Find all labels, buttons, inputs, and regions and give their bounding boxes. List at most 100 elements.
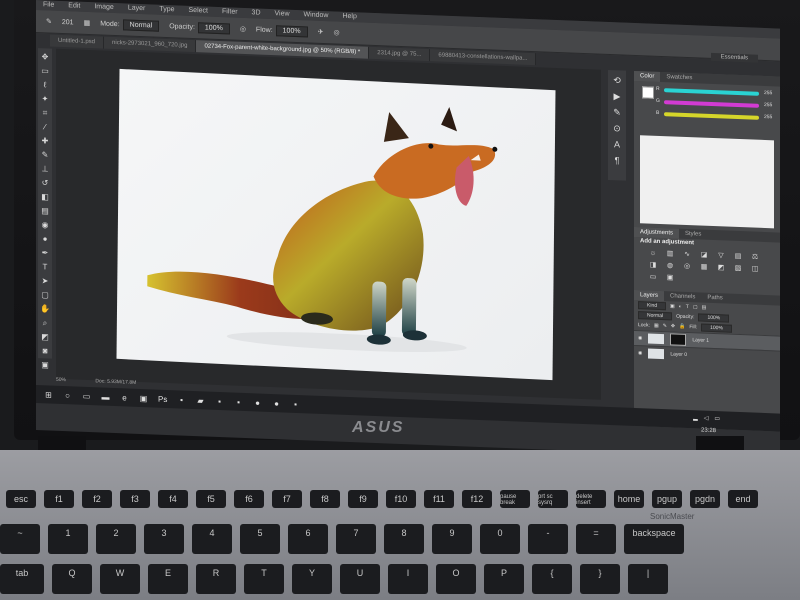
tab-layers[interactable]: Layers	[634, 289, 665, 302]
app-icon[interactable]: ▪	[215, 396, 224, 405]
key[interactable]: f5	[196, 490, 226, 508]
key[interactable]: delete insert	[576, 490, 606, 508]
document-canvas[interactable]	[116, 68, 556, 381]
black-white-icon[interactable]: ◨	[648, 261, 658, 270]
pressure-opacity-icon[interactable]: ◎	[240, 25, 246, 33]
layer-name[interactable]: Layer 1	[692, 337, 709, 344]
key[interactable]: W	[100, 564, 140, 594]
dodge-tool-icon[interactable]: ●	[40, 234, 50, 244]
filter-shape-icon[interactable]: ▢	[693, 304, 698, 310]
blur-tool-icon[interactable]: ◉	[40, 220, 50, 230]
posterize-icon[interactable]: ▧	[733, 264, 743, 273]
key[interactable]: R	[196, 564, 236, 594]
key[interactable]: 4	[192, 524, 232, 554]
tab-untitled[interactable]: Untitled-1.psd	[50, 34, 105, 49]
app-icon[interactable]: ▪	[291, 399, 300, 408]
key[interactable]: f12	[462, 490, 492, 508]
key[interactable]: pause break	[500, 490, 530, 508]
task-view-icon[interactable]: ▭	[82, 391, 91, 400]
key[interactable]: end	[728, 490, 758, 508]
history-icon[interactable]: ⟲	[611, 74, 623, 86]
filter-adjust-icon[interactable]: ◐	[679, 304, 682, 310]
gradient-icon[interactable]: ▤	[40, 206, 50, 216]
key[interactable]: E	[148, 564, 188, 594]
search-icon[interactable]: ○	[63, 391, 72, 400]
character-icon[interactable]: A	[611, 138, 623, 150]
key[interactable]: 2	[96, 524, 136, 554]
opacity-input[interactable]: 100%	[197, 21, 230, 34]
taskbar-clock[interactable]: 23:28	[701, 428, 716, 435]
move-tool-icon[interactable]: ✥	[40, 52, 50, 62]
key[interactable]: 0	[480, 524, 520, 554]
color-swatches-icon[interactable]: ◩	[40, 332, 50, 342]
key[interactable]: U	[340, 564, 380, 594]
paragraph-icon[interactable]: ¶	[611, 154, 623, 166]
key[interactable]: f10	[386, 490, 416, 508]
lasso-tool-icon[interactable]: ℓ	[40, 80, 50, 90]
tab-channels[interactable]: Channels	[664, 291, 701, 302]
key[interactable]: home	[614, 490, 644, 508]
quick-select-icon[interactable]: ✦	[40, 94, 50, 104]
eraser-icon[interactable]: ◧	[40, 192, 50, 202]
photo-filter-icon[interactable]: ◍	[665, 261, 675, 270]
brush-presets-icon[interactable]: ✎	[611, 106, 623, 118]
network-icon[interactable]: ▂	[693, 414, 698, 421]
photoshop-taskbar-icon[interactable]: Ps	[158, 394, 167, 403]
mode-select[interactable]: Normal	[122, 18, 160, 32]
folder-icon[interactable]: ▰	[196, 396, 205, 405]
key[interactable]: f9	[348, 490, 378, 508]
gradient-map-icon[interactable]: ▭	[648, 273, 658, 282]
lock-position-icon[interactable]: ✥	[671, 323, 675, 329]
brightness-icon[interactable]: ☼	[648, 249, 658, 258]
flow-input[interactable]: 100%	[275, 24, 308, 37]
blend-mode-select[interactable]: Normal	[638, 311, 673, 321]
key[interactable]: 8	[384, 524, 424, 554]
airbrush-icon[interactable]: ✈	[318, 28, 324, 36]
hand-tool-icon[interactable]: ✋	[40, 304, 50, 314]
clone-source-icon[interactable]: ⊙	[611, 122, 623, 134]
healing-brush-icon[interactable]: ✚	[40, 136, 50, 146]
channel-r-value[interactable]: 255	[764, 90, 772, 96]
layer-name[interactable]: Layer 0	[670, 351, 687, 358]
channel-b-slider[interactable]	[664, 112, 759, 120]
eyedropper-icon[interactable]: ⁄	[40, 122, 50, 132]
vibrance-icon[interactable]: ▽	[716, 251, 726, 260]
marquee-tool-icon[interactable]: ▭	[40, 66, 50, 76]
key[interactable]: f1	[44, 490, 74, 508]
levels-icon[interactable]: ▥	[665, 249, 675, 258]
tab-2314[interactable]: 2314.jpg @ 75...	[369, 46, 431, 62]
channel-b-value[interactable]: 255	[764, 114, 772, 120]
actions-icon[interactable]: ▶	[611, 90, 623, 102]
app-icon[interactable]: ▪	[177, 395, 186, 404]
path-select-icon[interactable]: ➤	[40, 276, 50, 286]
key[interactable]: f7	[272, 490, 302, 508]
filter-pixel-icon[interactable]: ▣	[670, 303, 675, 309]
key[interactable]: f6	[234, 490, 264, 508]
curves-icon[interactable]: ∿	[682, 250, 692, 259]
key[interactable]: f11	[424, 490, 454, 508]
lock-all-icon[interactable]: 🔒	[679, 324, 685, 330]
key[interactable]: =	[576, 524, 616, 554]
key[interactable]: f2	[82, 490, 112, 508]
channel-mixer-icon[interactable]: ◎	[682, 262, 692, 271]
key[interactable]: Q	[52, 564, 92, 594]
tab-nicks[interactable]: nicks-2973021_960_720.jpg	[104, 36, 197, 53]
selective-color-icon[interactable]: ▣	[665, 273, 675, 282]
key[interactable]: 1	[48, 524, 88, 554]
tab-adjustments[interactable]: Adjustments	[634, 226, 680, 239]
tab-styles[interactable]: Styles	[679, 229, 707, 240]
layer-opacity-input[interactable]: 100%	[698, 313, 730, 323]
invert-icon[interactable]: ◩	[716, 263, 726, 272]
key[interactable]: f8	[310, 490, 340, 508]
clone-stamp-icon[interactable]: ⊥	[40, 164, 50, 174]
key[interactable]: 3	[144, 524, 184, 554]
key[interactable]: f3	[120, 490, 150, 508]
brush-size[interactable]: 201	[62, 18, 74, 25]
hue-saturation-icon[interactable]: ▤	[733, 252, 743, 261]
tab-paths[interactable]: Paths	[701, 293, 728, 304]
quick-mask-icon[interactable]: ◙	[40, 346, 50, 356]
color-lookup-icon[interactable]: ▦	[699, 262, 709, 271]
filter-smart-icon[interactable]: ▤	[702, 305, 707, 311]
kind-filter[interactable]: Kind	[638, 301, 667, 311]
key[interactable]: pgdn	[690, 490, 720, 508]
